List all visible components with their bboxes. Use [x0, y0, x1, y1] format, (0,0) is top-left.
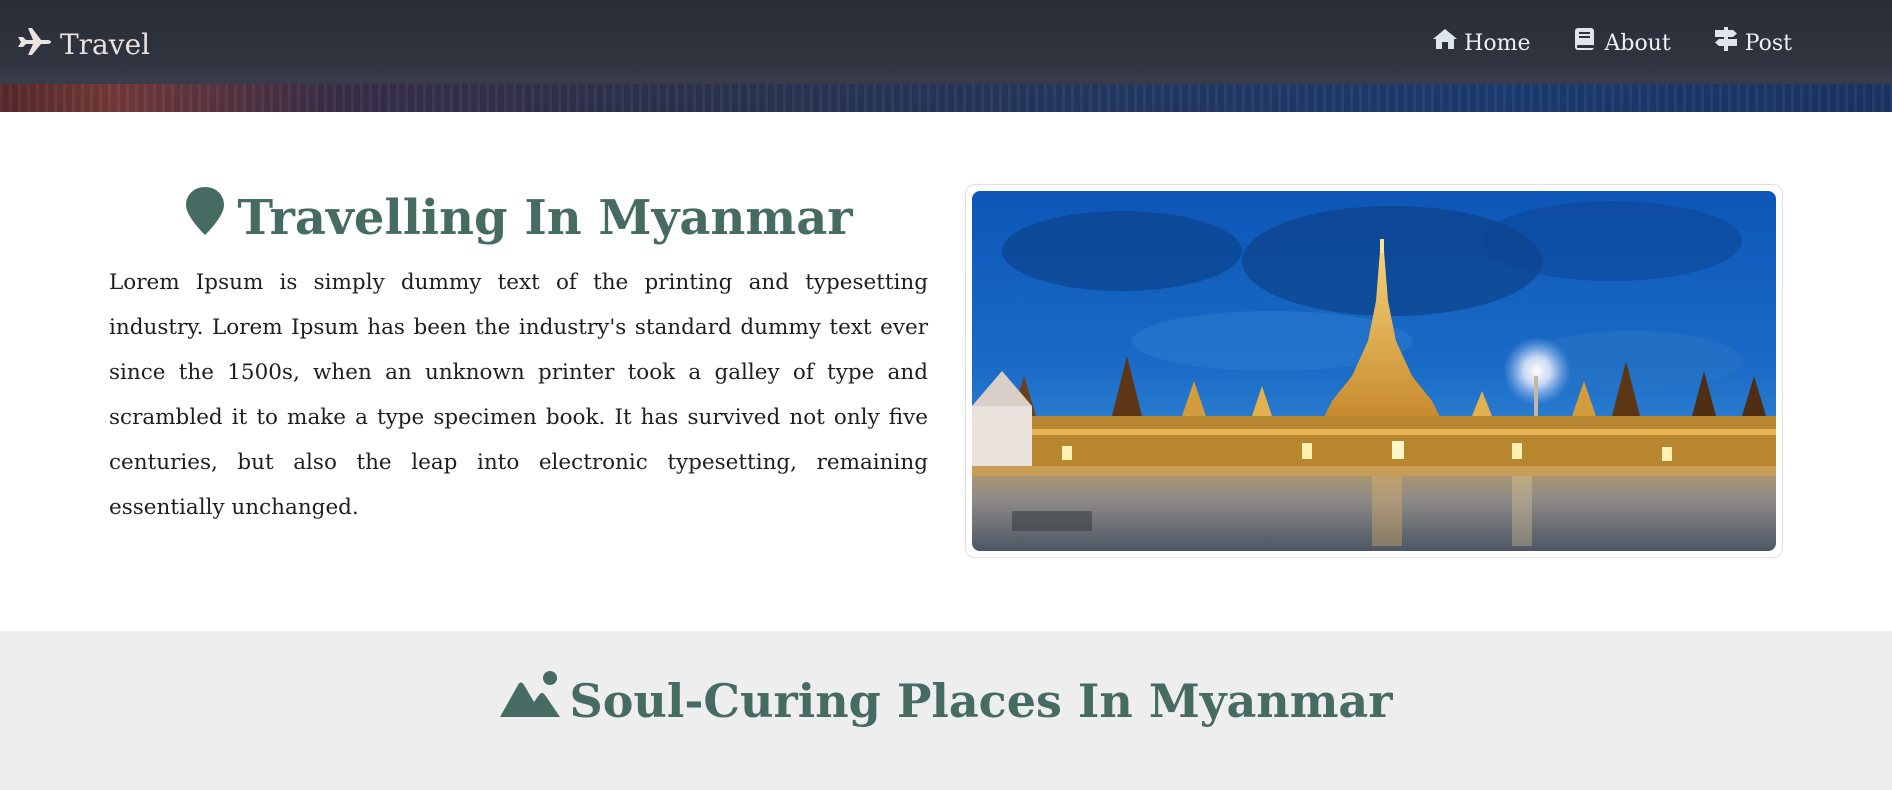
intro-heading: Travelling In Myanmar: [110, 186, 928, 250]
nav-item-about[interactable]: About: [1572, 26, 1671, 62]
nav-item-post-label: Post: [1744, 31, 1792, 56]
book-icon: [1572, 26, 1598, 62]
intro-heading-text: Travelling In Myanmar: [237, 190, 853, 246]
main-nav: Home About Post: [1432, 26, 1792, 62]
nav-item-about-label: About: [1604, 31, 1671, 56]
places-section: Soul-Curing Places In Myanmar: [0, 631, 1892, 790]
pagoda-photo-frame: [965, 184, 1783, 558]
places-heading-text: Soul-Curing Places In Myanmar: [569, 674, 1393, 728]
nav-item-home[interactable]: Home: [1432, 26, 1530, 62]
nav-item-home-label: Home: [1464, 31, 1531, 56]
site-header: Travel Home About Post: [0, 0, 1892, 112]
nav-item-post[interactable]: Post: [1713, 26, 1792, 62]
header-background-glow: [0, 84, 1892, 112]
places-heading: Soul-Curing Places In Myanmar: [0, 669, 1892, 733]
map-pin-icon: [185, 186, 225, 250]
pagoda-photo: [972, 191, 1776, 551]
intro-section: Travelling In Myanmar Lorem Ipsum is sim…: [0, 112, 1892, 631]
mountain-icon: [499, 669, 560, 733]
brand-link[interactable]: Travel: [16, 24, 150, 65]
intro-paragraph: Lorem Ipsum is simply dummy text of the …: [109, 270, 928, 520]
home-icon: [1432, 26, 1458, 62]
brand-label: Travel: [60, 27, 151, 61]
plane-icon: [16, 24, 52, 65]
signpost-icon: [1713, 26, 1739, 62]
